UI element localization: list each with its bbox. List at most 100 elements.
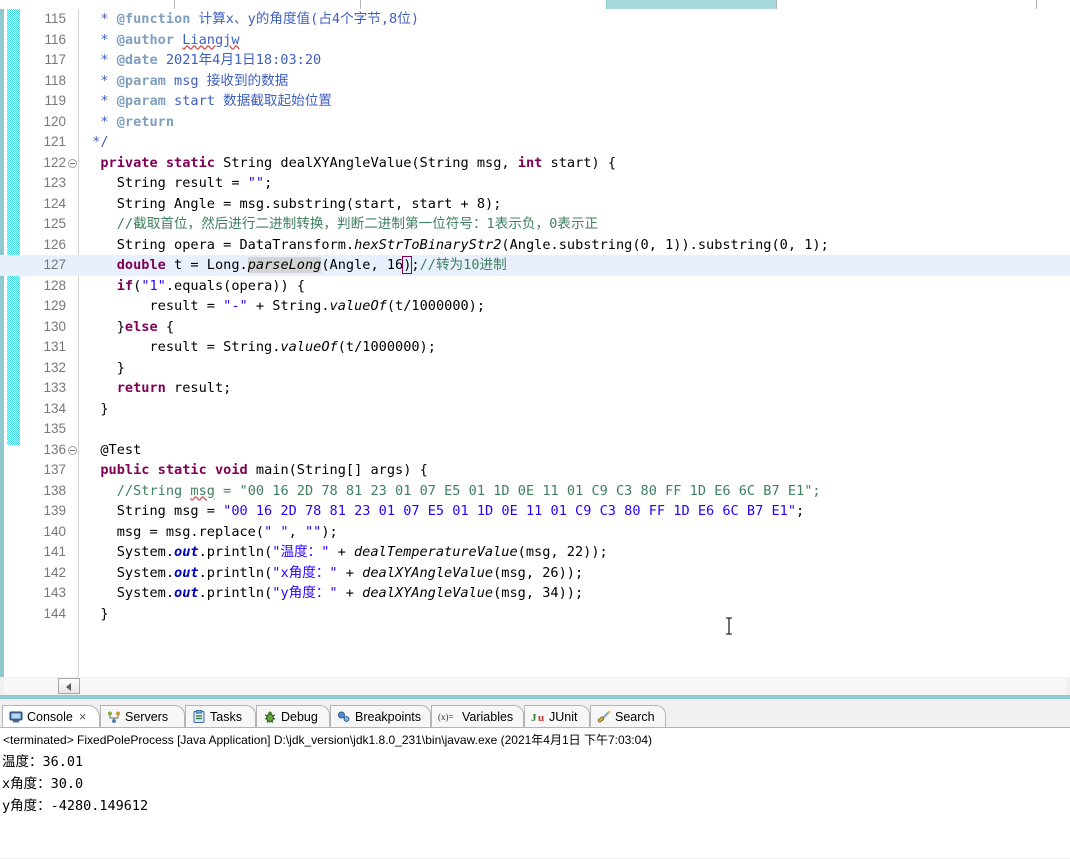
line-number: 140: [43, 523, 66, 539]
code-line[interactable]: 138 //String msg = "00 16 2D 78 81 23 01…: [0, 481, 1070, 502]
code-line[interactable]: 141 System.out.println("温度：" + dealTempe…: [0, 542, 1070, 563]
code-line[interactable]: 127 double t = Long.parseLong(Angle, 16)…: [0, 255, 1070, 276]
editor-tab-2[interactable]: [174, 0, 362, 9]
code-line[interactable]: 130 }else {: [0, 317, 1070, 338]
line-number: 144: [43, 605, 66, 621]
console-tab-label: Variables: [462, 710, 514, 724]
code-line[interactable]: 140 msg = msg.replace(" ", "");: [0, 522, 1070, 543]
code-line[interactable]: 115 * @function 计算x、y的角度值(占4个字节,8位): [0, 9, 1070, 30]
editor-tab-5[interactable]: [776, 0, 1038, 9]
code-line[interactable]: 125 //截取首位，然后进行二进制转换，判断二进制第一位符号：1表示负，0表示…: [0, 214, 1070, 235]
line-number: 142: [43, 564, 66, 580]
line-number: 143: [43, 585, 66, 600]
console-tab-label: Breakpoints: [355, 710, 422, 724]
code-line[interactable]: 144 }: [0, 604, 1070, 625]
console-tab-tasks[interactable]: Tasks: [185, 705, 256, 728]
svg-text:(x)=: (x)=: [438, 712, 454, 722]
console-tab-junit[interactable]: Ju JUnit: [524, 705, 590, 728]
console-tab-console[interactable]: Console ×: [2, 705, 100, 728]
code-line[interactable]: 122 private static String dealXYAngleVal…: [0, 153, 1070, 174]
code-text: * @param start 数据截取起始位置: [84, 93, 332, 109]
console-tab-variables[interactable]: (x)= Variables: [431, 705, 524, 728]
code-line[interactable]: 137 public static void main(String[] arg…: [0, 460, 1070, 481]
code-line[interactable]: 117 * @date 2021年4月1日18:03:20: [0, 50, 1070, 71]
console-tab-bar[interactable]: Console × Servers Tasks Debug Breakpoints (x)=…: [0, 705, 1070, 728]
code-line[interactable]: 134 }: [0, 399, 1070, 420]
code-text: }: [84, 359, 125, 376]
line-number: 134: [43, 400, 66, 416]
code-text: return result;: [116, 380, 232, 396]
code-text: }: [84, 400, 109, 417]
line-number: 120: [43, 113, 66, 129]
console-tab-label: Servers: [125, 710, 169, 724]
code-line[interactable]: 126 String opera = DataTransform.hexStrT…: [0, 235, 1070, 256]
code-line[interactable]: 132 }: [0, 358, 1070, 379]
line-number: 133: [43, 380, 66, 395]
code-text: String opera = DataTransform.hexStrToBin…: [84, 236, 829, 253]
console-tab-debug[interactable]: Debug: [256, 705, 330, 728]
code-line[interactable]: 128 if("1".equals(opera)) {: [0, 276, 1070, 297]
console-tab-breakpoints[interactable]: Breakpoints: [330, 705, 431, 728]
code-line[interactable]: 124 String Angle = msg.substring(start, …: [0, 194, 1070, 215]
hscrollbar-left-arrow[interactable]: [58, 678, 80, 694]
code-line[interactable]: 133 return result;: [0, 378, 1070, 399]
code-line[interactable]: 143 System.out.println("y角度：" + dealXYAn…: [0, 583, 1070, 604]
code-text: System.out.println("y角度：" + dealXYAngleV…: [84, 585, 584, 601]
code-text: }else {: [84, 318, 175, 335]
editor-tab-6[interactable]: [1036, 0, 1070, 9]
console-body[interactable]: <terminated> FixedPoleProcess [Java Appl…: [0, 728, 1070, 858]
line-number: 123: [43, 175, 66, 190]
line-number: 122: [43, 154, 66, 170]
editor-tab-1[interactable]: [0, 0, 176, 9]
console-process-line: <terminated> FixedPoleProcess [Java Appl…: [3, 733, 653, 747]
code-editor[interactable]: 115 * @function 计算x、y的角度值(占4个字节,8位) 116 *…: [0, 9, 1070, 677]
editor-tab-active[interactable]: [606, 0, 778, 9]
code-line[interactable]: 116 * @author Liangjw: [0, 30, 1070, 51]
console-tab-servers[interactable]: Servers: [100, 705, 185, 728]
line-number: 139: [43, 503, 66, 518]
editor-hscrollbar[interactable]: [0, 677, 1070, 695]
line-number: 138: [43, 482, 66, 498]
code-line[interactable]: 129 result = "-" + String.valueOf(t/1000…: [0, 296, 1070, 317]
line-number: 118: [44, 72, 66, 88]
console-tab-label: Console: [27, 710, 73, 724]
eclipse-window: 115 * @function 计算x、y的角度值(占4个字节,8位) 116 *…: [0, 0, 1070, 859]
code-line[interactable]: 139 String msg = "00 16 2D 78 81 23 01 0…: [0, 501, 1070, 522]
console-tab-label: JUnit: [549, 710, 578, 724]
code-line[interactable]: 120 * @return: [0, 112, 1070, 133]
hscrollbar-track[interactable]: [4, 678, 1066, 694]
code-text: * @param msg 接收到的数据: [84, 72, 289, 89]
line-number: 135: [43, 421, 66, 436]
line-number: 128: [43, 277, 66, 293]
code-line[interactable]: 135: [0, 419, 1070, 440]
code-text: String Angle = msg.substring(start, star…: [84, 195, 502, 212]
code-line[interactable]: 136 @Test: [0, 440, 1070, 461]
code-text: * @return: [84, 113, 175, 130]
fold-collapse-icon[interactable]: [68, 158, 77, 168]
code-lines[interactable]: 115 * @function 计算x、y的角度值(占4个字节,8位) 116 *…: [0, 9, 1070, 624]
console-tab-search[interactable]: Search: [590, 705, 666, 728]
code-line[interactable]: 131 result = String.valueOf(t/1000000);: [0, 337, 1070, 358]
line-number: 126: [43, 236, 66, 252]
code-line[interactable]: 142 System.out.println("x角度：" + dealXYAn…: [0, 563, 1070, 584]
fold-collapse-icon[interactable]: [68, 445, 77, 455]
code-line[interactable]: 123 String result = "";: [0, 173, 1070, 194]
code-text: @Test: [84, 441, 142, 458]
code-text: private static String dealXYAngleValue(S…: [100, 154, 617, 171]
code-line[interactable]: 118 * @param msg 接收到的数据: [0, 71, 1070, 92]
code-line[interactable]: 119 * @param start 数据截取起始位置: [0, 91, 1070, 112]
editor-tab-3[interactable]: [360, 0, 608, 9]
editor-tab-strip: [0, 0, 1070, 9]
console-tab-close-icon[interactable]: ×: [79, 706, 86, 728]
code-line[interactable]: 121 */: [0, 132, 1070, 153]
line-number: 130: [43, 318, 66, 334]
code-text: System.out.println("温度：" + dealTemperatu…: [84, 544, 608, 560]
console-view: Console × Servers Tasks Debug Breakpoints (x)=…: [0, 699, 1070, 859]
line-number: 129: [43, 298, 66, 313]
line-number: 121: [43, 134, 66, 149]
svg-text:J: J: [531, 712, 537, 724]
line-number: 132: [43, 359, 66, 375]
code-text: //截取首位，然后进行二进制转换，判断二进制第一位符号：1表示负，0表示正: [84, 216, 599, 232]
line-number: 116: [44, 31, 66, 47]
code-text: public static void main(String[] args) {: [100, 462, 428, 478]
